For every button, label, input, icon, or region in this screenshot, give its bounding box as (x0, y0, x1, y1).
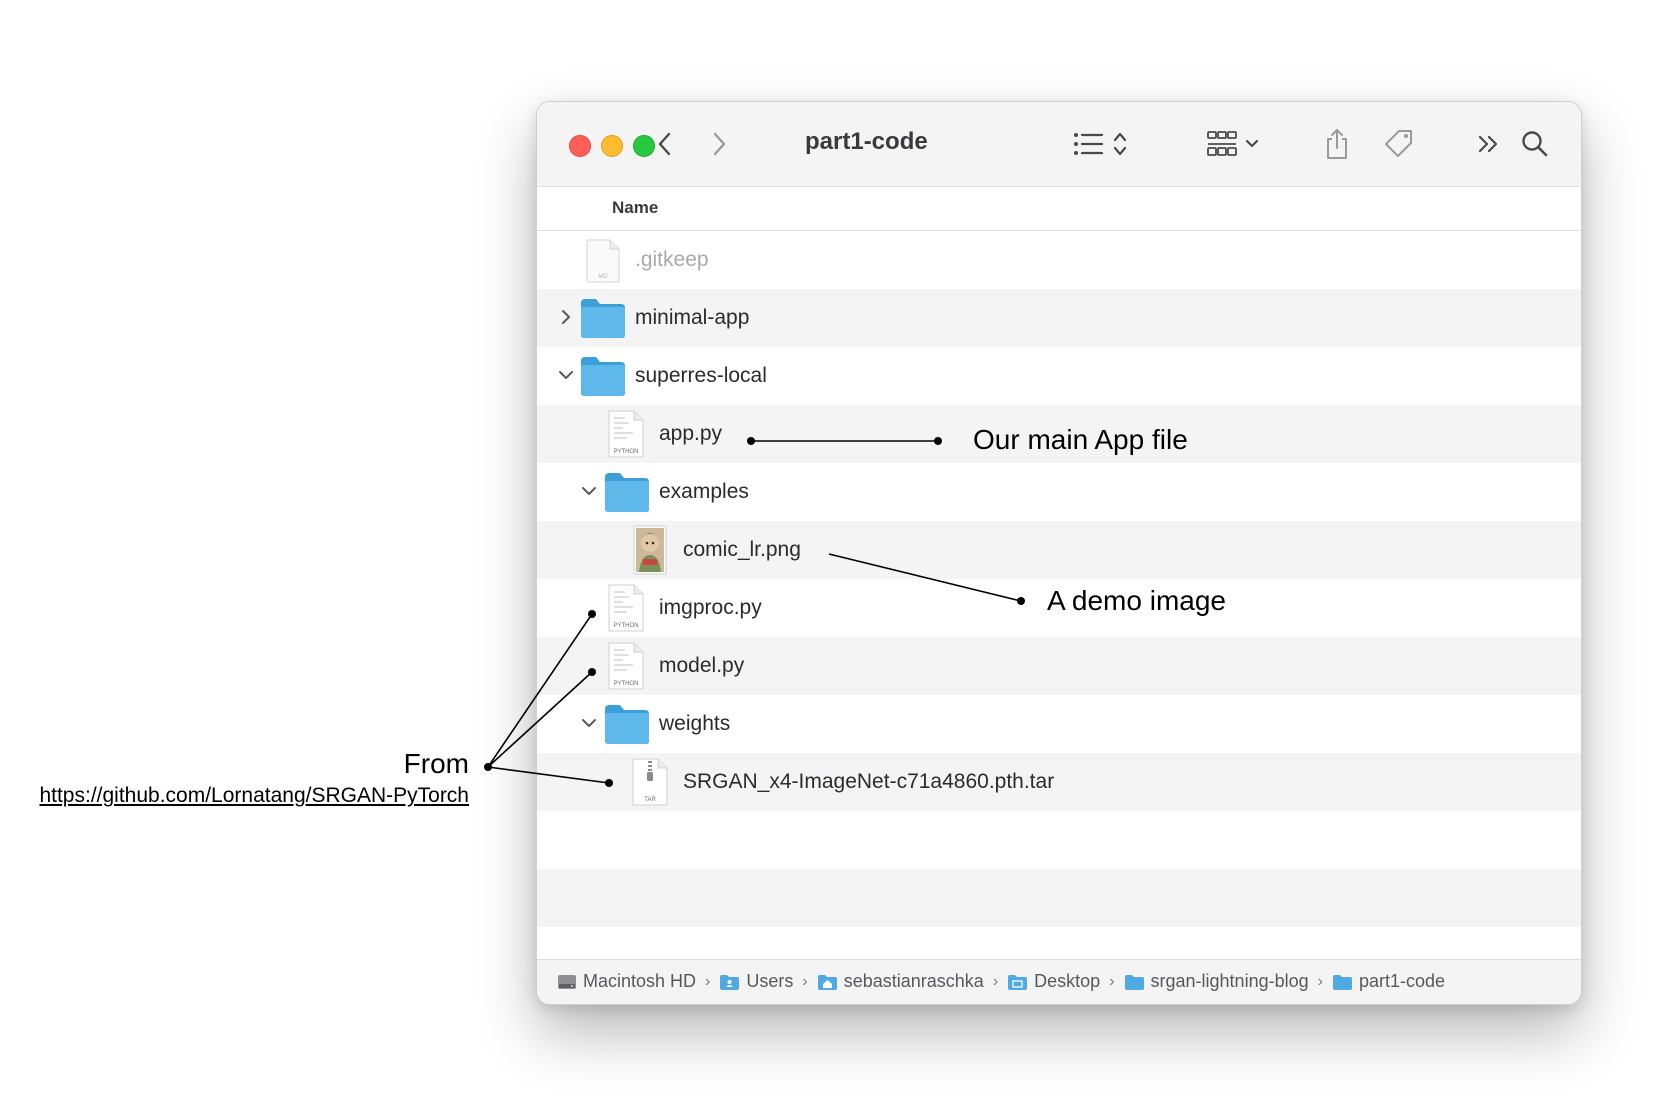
annotation-from: From (403, 748, 469, 779)
pointer-line-imgproc (487, 613, 593, 768)
pointer-dot (1017, 597, 1025, 605)
pointer-line-demo-image (828, 553, 1022, 602)
pointer-line-model (487, 671, 593, 768)
pointer-dot (588, 610, 596, 618)
annotation-demo-image: A demo image (1047, 585, 1226, 616)
pointer-line-weights (487, 766, 610, 784)
annotation-lines (484, 437, 1025, 787)
pointer-dot (747, 437, 755, 445)
annotation-link[interactable]: https://github.com/Lornatang/SRGAN-PyTor… (39, 784, 469, 808)
pointer-dot (484, 763, 492, 771)
pointer-dot (605, 779, 613, 787)
pointer-dot (588, 668, 596, 676)
pointer-dot (934, 437, 942, 445)
annotation-main-app: Our main App file (973, 424, 1188, 455)
